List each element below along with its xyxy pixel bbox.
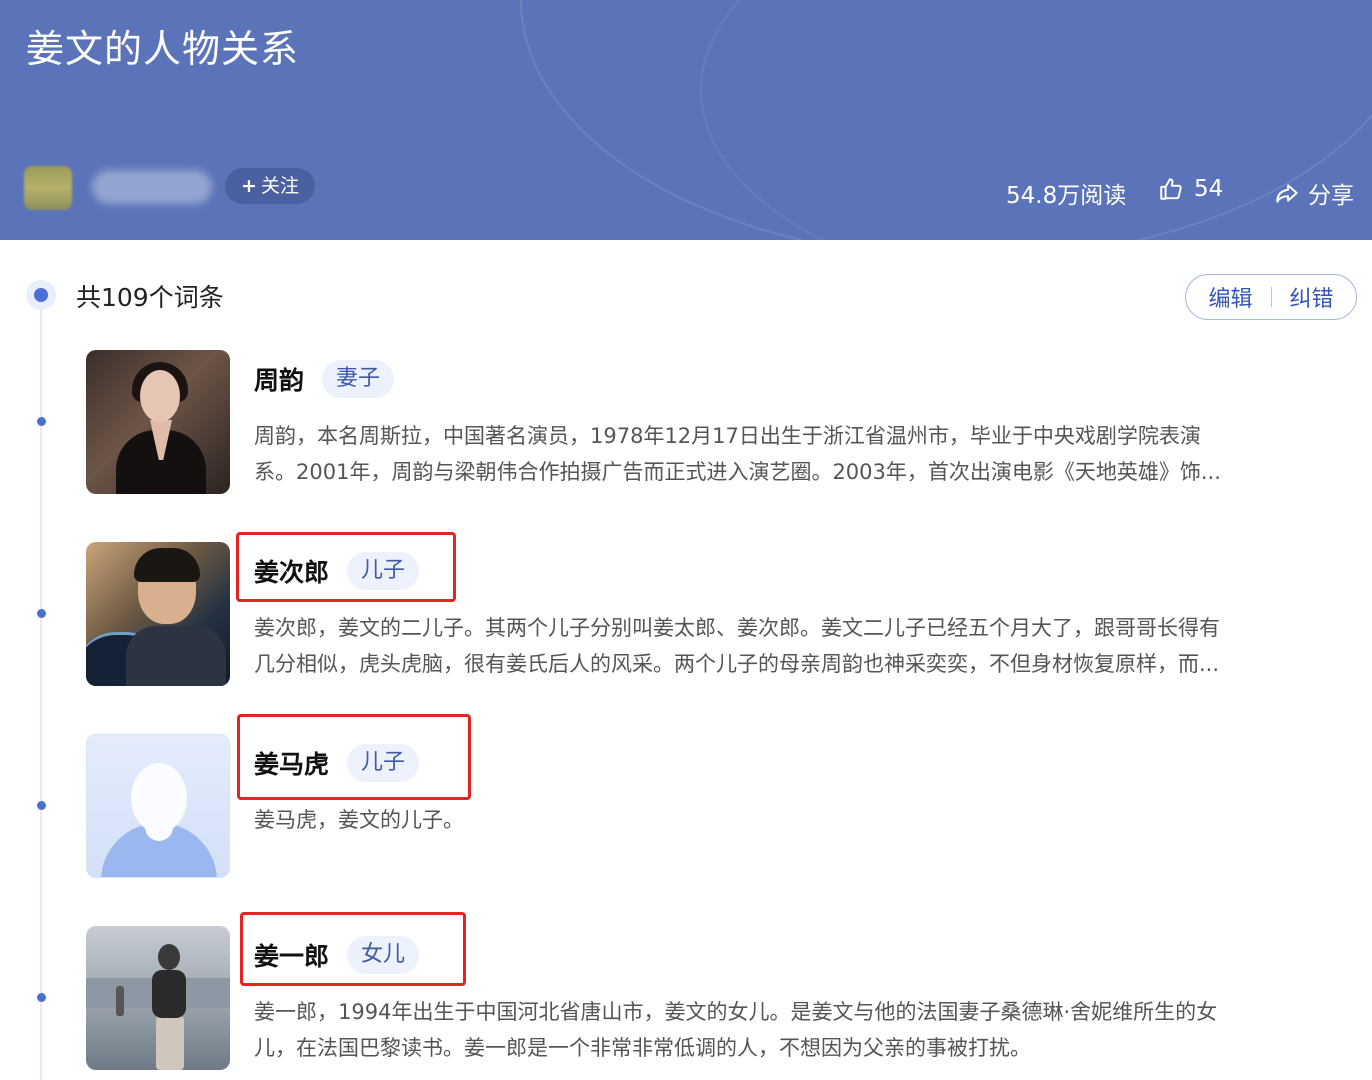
timeline-dot — [37, 417, 46, 426]
person-name[interactable]: 周韵 — [254, 361, 304, 397]
photo-figure — [156, 1016, 184, 1070]
description-line: 周韵，本名周斯拉，中国著名演员，1978年12月17日出生于浙江省温州市，毕业于… — [254, 424, 1201, 448]
timeline-start-dot-inner — [34, 288, 48, 302]
share-button[interactable]: 分享 — [1274, 176, 1354, 210]
photo-figure — [116, 986, 124, 1016]
person-description: 姜马虎，姜文的儿子。 — [254, 802, 1364, 838]
description-line: 姜一郎，1994年出生于中国河北省唐山市，姜文的女儿。是姜文与他的法国妻子桑德琳… — [254, 1000, 1218, 1024]
like-count: 54 — [1194, 176, 1224, 202]
edit-correct-group: 编辑 纠错 — [1185, 274, 1357, 320]
photo-figure — [140, 370, 180, 422]
divider — [1270, 287, 1272, 307]
person-photo[interactable] — [86, 542, 230, 686]
description-line: 几分相似，虎头虎脑，很有姜氏后人的风采。两个儿子的母亲周韵也神采奕奕，不但身材恢… — [254, 652, 1220, 676]
relation-tag: 妻子 — [322, 360, 395, 398]
share-icon — [1274, 180, 1300, 206]
read-count: 54.8万阅读 — [1006, 183, 1127, 209]
highlight-box — [240, 912, 466, 986]
person-photo[interactable] — [86, 350, 230, 494]
like-button[interactable]: 54 — [1158, 176, 1223, 202]
timeline-dot — [37, 993, 46, 1002]
photo-figure — [158, 944, 180, 970]
article-header: 姜文的人物关系 + 关注 54.8万阅读 54 分享 — [0, 0, 1372, 240]
default-avatar[interactable] — [86, 734, 230, 878]
person-photo[interactable] — [86, 926, 230, 1070]
edit-button[interactable]: 编辑 — [1208, 281, 1252, 313]
avatar-placeholder — [131, 763, 187, 833]
description-line: 儿，在法国巴黎读书。姜一郎是一个非常非常低调的人，不想因为父亲的事被打扰。 — [254, 1036, 1031, 1060]
correct-button[interactable]: 纠错 — [1290, 281, 1334, 313]
photo-figure — [126, 626, 226, 686]
author-name-blurred[interactable] — [92, 170, 212, 204]
timeline-line — [40, 296, 42, 1080]
share-label: 分享 — [1308, 183, 1354, 209]
timeline-start-dot — [26, 280, 56, 310]
person-description: 姜一郎，1994年出生于中国河北省唐山市，姜文的女儿。是姜文与他的法国妻子桑德琳… — [254, 994, 1364, 1066]
description-line: 姜马虎，姜文的儿子。 — [254, 808, 464, 832]
author-avatar[interactable] — [24, 166, 72, 210]
timeline-dot — [37, 801, 46, 810]
relation-card-zhouyun[interactable]: 周韵 妻子 周韵，本名周斯拉，中国著名演员，1978年12月17日出生于浙江省温… — [86, 350, 1366, 500]
photo-figure — [134, 548, 200, 582]
person-description: 姜次郎，姜文的二儿子。其两个儿子分别叫姜太郎、姜次郎。姜文二儿子已经五个月大了，… — [254, 610, 1364, 682]
name-line: 周韵 妻子 — [254, 360, 395, 398]
highlight-box — [237, 714, 471, 800]
follow-label: 关注 — [260, 175, 299, 197]
person-description: 周韵，本名周斯拉，中国著名演员，1978年12月17日出生于浙江省温州市，毕业于… — [254, 418, 1364, 490]
timeline-dot — [37, 609, 46, 618]
description-line: 姜次郎，姜文的二儿子。其两个儿子分别叫姜太郎、姜次郎。姜文二儿子已经五个月大了，… — [254, 616, 1220, 640]
entry-count: 共109个词条 — [76, 283, 224, 312]
follow-button[interactable]: + 关注 — [225, 168, 315, 204]
photo-figure — [152, 970, 186, 1018]
plus-icon: + — [241, 175, 257, 197]
thumbs-up-icon — [1158, 176, 1184, 202]
description-line: 系。2001年，周韵与梁朝伟合作拍摄广告而正式进入演艺圈。2003年，首次出演电… — [254, 460, 1221, 484]
highlight-box — [236, 532, 456, 602]
page-title: 姜文的人物关系 — [26, 27, 300, 71]
